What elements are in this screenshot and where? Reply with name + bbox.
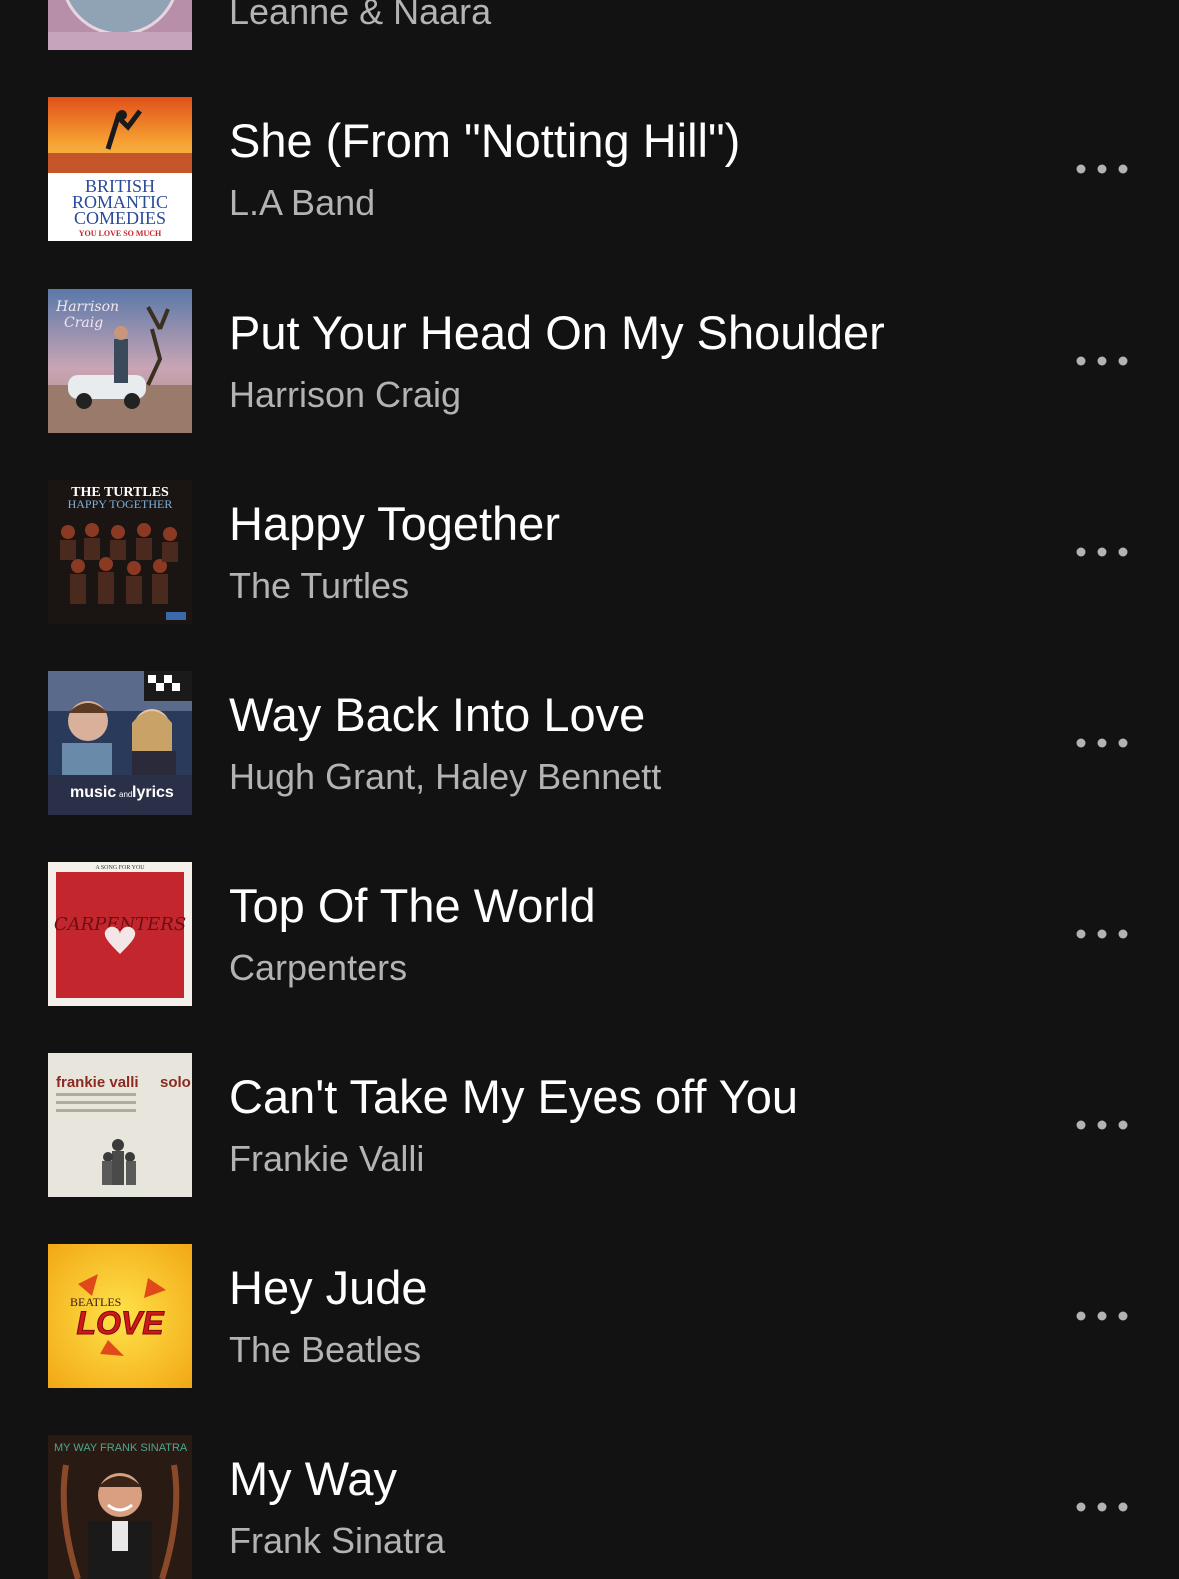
track-title: Way Back Into Love bbox=[229, 688, 646, 741]
track-row[interactable]: MY WAY FRANK SINATRA My Way Frank Sinatr… bbox=[0, 1435, 1179, 1579]
album-art-my-way-frank-sinatra: MY WAY FRANK SINATRA bbox=[48, 1435, 192, 1579]
track-title: Put Your Head On My Shoulder bbox=[229, 306, 885, 359]
svg-text:COMEDIES: COMEDIES bbox=[74, 208, 166, 228]
svg-text:YOU LOVE SO MUCH: YOU LOVE SO MUCH bbox=[79, 229, 162, 238]
track-artist: Harrison Craig bbox=[229, 374, 462, 415]
track-list: Leanne & Naara BRITISH ROMANTIC COMEDIES… bbox=[0, 0, 1179, 1579]
more-options-button[interactable] bbox=[1072, 341, 1132, 381]
track-title: Can't Take My Eyes off You bbox=[229, 1070, 798, 1123]
more-options-button[interactable] bbox=[1072, 1105, 1132, 1145]
svg-text:music: music bbox=[70, 784, 116, 801]
more-options-button[interactable] bbox=[1072, 1296, 1132, 1336]
album-art-british-romantic-comedies: BRITISH ROMANTIC COMEDIES YOU LOVE SO MU… bbox=[48, 97, 192, 241]
more-options-button[interactable] bbox=[1072, 1487, 1132, 1527]
track-artist: The Turtles bbox=[229, 565, 410, 606]
track-row[interactable]: BRITISH ROMANTIC COMEDIES YOU LOVE SO MU… bbox=[0, 97, 1179, 241]
track-artist: The Beatles bbox=[229, 1329, 422, 1370]
more-options-button[interactable] bbox=[1072, 149, 1132, 189]
track-artist: L.A Band bbox=[229, 182, 376, 223]
album-art-leanne-naara bbox=[48, 0, 192, 50]
track-artist: Carpenters bbox=[229, 947, 408, 988]
svg-text:lyrics: lyrics bbox=[132, 784, 174, 801]
more-options-button[interactable] bbox=[1072, 914, 1132, 954]
svg-text:HAPPY TOGETHER: HAPPY TOGETHER bbox=[68, 497, 173, 511]
svg-text:A SONG FOR YOU: A SONG FOR YOU bbox=[95, 865, 145, 871]
album-art-beatles-love: BEATLES LOVE bbox=[48, 1244, 192, 1388]
more-options-icon bbox=[1076, 164, 1128, 174]
more-options-button[interactable] bbox=[1072, 532, 1132, 572]
album-art-frankie-valli-solo: frankie valli solo bbox=[48, 1053, 192, 1197]
album-art-harrison-craig: Harrison Craig bbox=[48, 289, 192, 433]
more-options-icon bbox=[1076, 1311, 1128, 1321]
svg-text:frankie valli: frankie valli bbox=[56, 1074, 139, 1091]
more-options-icon bbox=[1076, 929, 1128, 939]
svg-text:Harrison: Harrison bbox=[55, 299, 119, 315]
track-artist: Frank Sinatra bbox=[229, 1520, 446, 1561]
track-title: Happy Together bbox=[229, 497, 560, 550]
album-art-the-turtles: THE TURTLES HAPPY TOGETHER bbox=[48, 480, 192, 624]
more-options-icon bbox=[1076, 1120, 1128, 1130]
track-row[interactable]: Harrison Craig Put Your Head On My Shoul… bbox=[0, 289, 1179, 433]
svg-text:CARPENTERS: CARPENTERS bbox=[54, 914, 186, 935]
track-row[interactable]: music and lyrics Way Back Into Love Hugh… bbox=[0, 671, 1179, 815]
track-artist: Leanne & Naara bbox=[229, 0, 492, 32]
track-artist: Hugh Grant, Haley Bennett bbox=[229, 756, 662, 797]
svg-text:and: and bbox=[119, 790, 132, 799]
track-row[interactable]: frankie valli solo Can't Take My Eyes of… bbox=[0, 1053, 1179, 1197]
album-art-carpenters: A SONG FOR YOU CARPENTERS bbox=[48, 862, 192, 1006]
svg-text:Craig: Craig bbox=[64, 315, 103, 331]
track-row[interactable]: Leanne & Naara bbox=[0, 0, 1179, 50]
svg-text:MY WAY FRANK SINATRA: MY WAY FRANK SINATRA bbox=[54, 1442, 188, 1454]
svg-text:LOVE: LOVE bbox=[76, 1305, 165, 1341]
track-title: She (From "Notting Hill") bbox=[229, 114, 741, 167]
more-options-icon bbox=[1076, 547, 1128, 557]
more-options-icon bbox=[1076, 1502, 1128, 1512]
track-title: Hey Jude bbox=[229, 1261, 428, 1314]
more-options-icon bbox=[1076, 356, 1128, 366]
track-title: My Way bbox=[229, 1452, 397, 1505]
track-row[interactable]: BEATLES LOVE Hey Jude The Beatles bbox=[0, 1244, 1179, 1388]
track-row[interactable]: A SONG FOR YOU CARPENTERS Top Of The Wor… bbox=[0, 862, 1179, 1006]
more-options-button[interactable] bbox=[1072, 723, 1132, 763]
track-artist: Frankie Valli bbox=[229, 1138, 425, 1179]
track-title: Top Of The World bbox=[229, 879, 596, 932]
track-row[interactable]: THE TURTLES HAPPY TOGETHER Happy Togethe… bbox=[0, 480, 1179, 624]
svg-text:solo: solo bbox=[160, 1074, 191, 1091]
album-art-music-and-lyrics: music and lyrics bbox=[48, 671, 192, 815]
more-options-icon bbox=[1076, 738, 1128, 748]
